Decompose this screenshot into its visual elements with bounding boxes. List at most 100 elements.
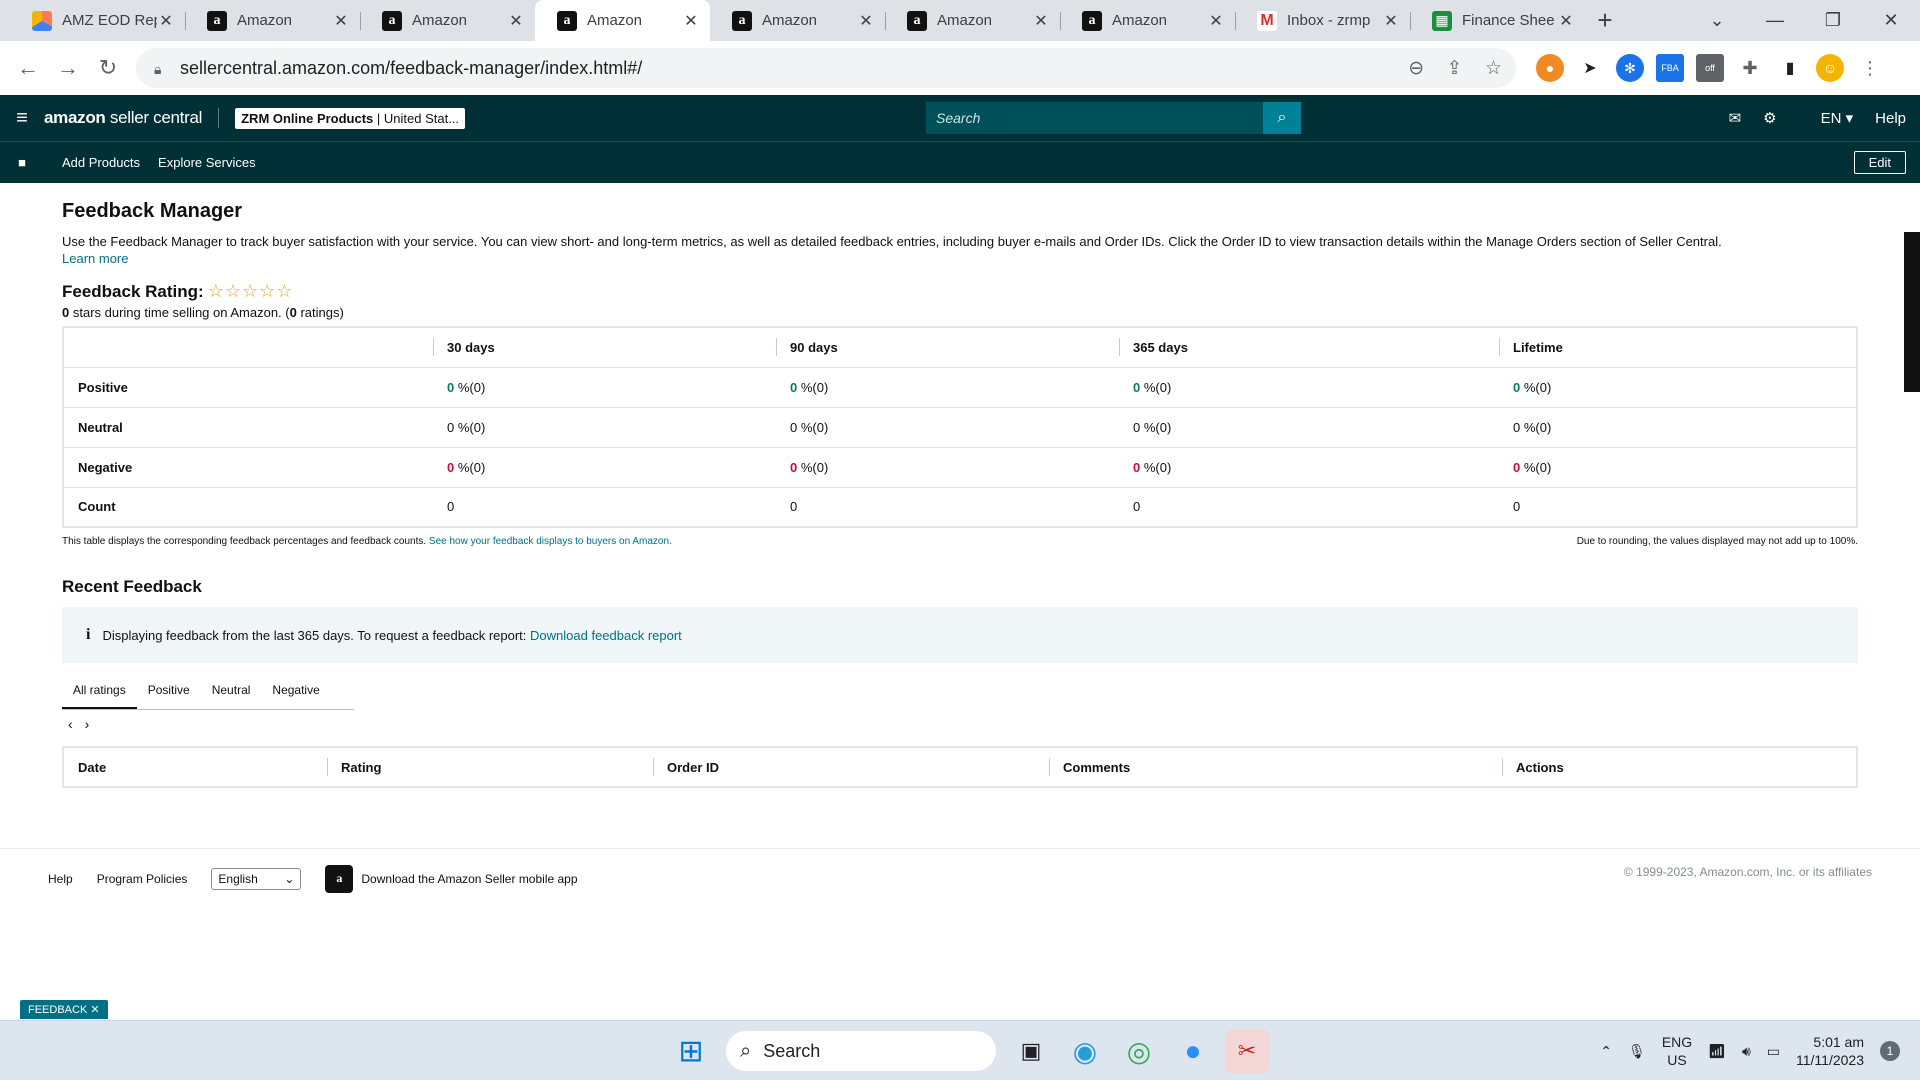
feedback-manager-content: Feedback Manager Use the Feedback Manage… [62,200,1858,788]
chevron-right-icon[interactable]: › [85,716,90,732]
minimize-button[interactable]: — [1746,10,1804,31]
close-icon[interactable]: ✕ [682,11,700,31]
col-actions[interactable]: Actions [1502,747,1857,787]
download-feedback-report-link[interactable]: Download feedback report [530,628,682,643]
feedback-badge[interactable]: FEEDBACK ✕ [20,1000,108,1019]
side-panel-edge[interactable] [1904,232,1920,392]
chevron-left-icon[interactable]: ‹ [68,716,73,732]
col-comments[interactable]: Comments [1049,747,1502,787]
restore-button[interactable]: ❐ [1804,10,1862,31]
task-view-icon[interactable]: ▣ [1009,1029,1053,1073]
hamburger-menu-icon[interactable]: ≡ [0,107,44,130]
close-icon[interactable]: ✕ [332,11,350,31]
browser-menu-icon[interactable]: ⋮ [1856,54,1884,82]
microphone-icon[interactable]: 🎙︎ [1628,1043,1646,1060]
input-language[interactable]: ENG US [1662,1033,1692,1069]
bookmark-icon[interactable]: ■ [0,155,44,170]
volume-icon[interactable]: 🔊︎ [1742,1043,1751,1060]
extensions-puzzle-icon[interactable]: ✚ [1736,54,1764,82]
mail-icon[interactable]: ✉ [1729,109,1742,127]
col-rating[interactable]: Rating [327,747,653,787]
footer-help-link[interactable]: Help [48,872,73,886]
chrome-icon[interactable]: ◎ [1117,1029,1161,1073]
col-date[interactable]: Date [63,747,327,787]
tab-neutral[interactable]: Neutral [201,683,262,709]
browser-tab[interactable]: a Amazon ✕ [885,0,1060,41]
snipping-tool-icon[interactable]: ✂ [1225,1029,1269,1073]
browser-tab[interactable]: AMZ EOD Rep ✕ [10,0,185,41]
browser-tab[interactable]: M Inbox - zrmp ✕ [1235,0,1410,41]
search-icon[interactable]: ⌕ [1263,102,1301,134]
tab-all-ratings[interactable]: All ratings [62,683,137,709]
tab-negative[interactable]: Negative [261,683,330,709]
browser-tab[interactable]: ▦ Finance Shee ✕ [1410,0,1585,41]
browser-tab[interactable]: a Amazon ✕ [535,0,710,41]
chevron-up-icon[interactable]: ⌃ [1600,1043,1612,1060]
store-selector[interactable]: ZRM Online Products | United Stat... [235,107,466,129]
header-search-input[interactable] [926,102,1263,134]
browser-tab[interactable]: a Amazon ✕ [360,0,535,41]
close-icon[interactable]: ✕ [1032,11,1050,31]
extension-blue-icon[interactable]: ✻ [1616,54,1644,82]
side-panel-icon[interactable]: ▮ [1776,54,1804,82]
close-icon[interactable]: ✕ [507,11,525,31]
windows-start-icon[interactable]: ⊞ [669,1029,713,1073]
close-icon[interactable]: ✕ [157,11,175,31]
browser-tab[interactable]: a Amazon ✕ [1060,0,1235,41]
browser-tab[interactable]: a Amazon ✕ [185,0,360,41]
extension-orange-icon[interactable]: ● [1536,54,1564,82]
subnav-explore-services[interactable]: Explore Services [158,155,256,170]
browser-tab[interactable]: a Amazon ✕ [710,0,885,41]
gear-icon[interactable]: ⚙ [1763,109,1776,127]
telegram-icon[interactable]: ◉ [1063,1029,1107,1073]
close-icon[interactable]: ✕ [1207,11,1225,31]
taskbar-search[interactable]: ⌕ Search [726,1031,996,1071]
wifi-icon[interactable]: 📶︎ [1708,1043,1726,1060]
back-button[interactable]: ← [8,48,48,88]
tab-positive[interactable]: Positive [137,683,201,709]
extension-icons: ● ➤ ✻ FBA off ✚ ▮ ☺ ⋮ [1530,54,1890,82]
close-icon[interactable]: ✕ [1382,11,1400,31]
close-icon[interactable]: ✕ [1557,11,1575,31]
learn-more-link[interactable]: Learn more [62,251,128,266]
footer-language-select[interactable]: English ⌄ [211,867,302,890]
system-clock[interactable]: 5:01 am 11/11/2023 [1796,1033,1864,1069]
new-tab-button[interactable]: + [1585,0,1625,41]
clock-date: 11/11/2023 [1796,1052,1864,1068]
metrics-count: %(0) [454,379,486,395]
bookmark-star-icon[interactable]: ☆ [1485,58,1502,79]
forward-button[interactable]: → [48,48,88,88]
amazon-app-icon[interactable]: a [325,864,354,893]
metrics-count: %(0) [454,459,486,475]
seller-central-logo[interactable]: amazon seller central [44,108,220,128]
reload-button[interactable]: ↻ [88,48,128,88]
tab-search-icon[interactable]: ⌄ [1688,10,1746,31]
address-bar[interactable]: 🔒︎ sellercentral.amazon.com/feedback-man… [136,48,1516,88]
info-alert: i Displaying feedback from the last 365 … [62,607,1858,663]
help-link[interactable]: Help [1875,110,1906,127]
extension-fba-icon[interactable]: FBA [1656,54,1684,82]
metrics-note-text: This table displays the corresponding fe… [62,536,427,547]
battery-icon[interactable]: ▭ [1767,1043,1780,1060]
zoom-icon[interactable]: ● [1171,1029,1215,1073]
url-text[interactable]: sellercentral.amazon.com/feedback-manage… [180,58,1390,79]
browser-toolbar: ← → ↻ 🔒︎ sellercentral.amazon.com/feedba… [0,41,1920,95]
download-app-link[interactable]: Download the Amazon Seller mobile app [361,872,577,886]
col-order-id[interactable]: Order ID [653,747,1049,787]
profile-avatar[interactable]: ☺ [1816,54,1844,82]
zoom-icon[interactable]: ⊖ [1408,58,1424,79]
browser-tabstrip: AMZ EOD Rep ✕ a Amazon ✕ a Amazon ✕ a Amazon ✕ a Ama… [0,0,1920,41]
language-selector[interactable]: EN ▾ [1799,109,1854,127]
subnav-add-products[interactable]: Add Products [62,155,140,170]
close-window-button[interactable]: ✕ [1862,10,1920,31]
notification-badge[interactable]: 1 [1880,1041,1900,1061]
rating-stars-text: stars during time selling on Amazon. ( [69,305,290,320]
metrics-cell: 0 %(0) [776,407,1119,448]
edit-button[interactable]: Edit [1853,151,1906,174]
share-icon[interactable]: ⇪ [1447,58,1463,79]
see-feedback-display-link[interactable]: See how your feedback displays to buyers… [429,536,672,547]
extension-off-icon[interactable]: off [1696,54,1724,82]
extension-arrow-icon[interactable]: ➤ [1576,54,1604,82]
footer-program-policies-link[interactable]: Program Policies [97,872,188,886]
close-icon[interactable]: ✕ [857,11,875,31]
